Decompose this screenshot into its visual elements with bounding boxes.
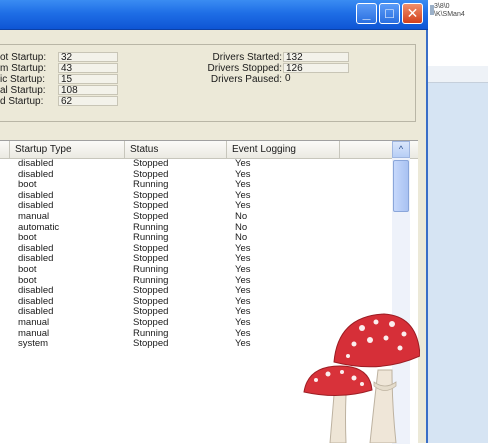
list-header: Startup Type Status Event Logging xyxy=(0,141,418,159)
mushroom-illustration xyxy=(303,313,420,443)
column-header-startup-type[interactable]: Startup Type xyxy=(10,141,125,158)
stat-label: al Startup: xyxy=(0,85,46,96)
maximize-button[interactable]: □ xyxy=(379,3,400,24)
startup-stats-panel: ot Startup: 32 m Startup: 43 ic Startup:… xyxy=(0,44,416,122)
startup-type-cell: disabled xyxy=(18,158,54,169)
list-item[interactable]: boot Running Yes xyxy=(0,263,390,276)
list-item[interactable]: boot Running Yes xyxy=(0,180,390,191)
stat-row: al Startup: xyxy=(0,85,46,96)
status-cell: Stopped xyxy=(133,338,169,350)
event-logging-cell: Yes xyxy=(235,316,251,328)
list-item[interactable]: disabled Stopped Yes xyxy=(0,243,390,255)
list-item[interactable]: disabled Stopped Yes xyxy=(0,190,390,202)
stat-value: 62 xyxy=(58,96,118,107)
scrollbar-thumb[interactable] xyxy=(393,160,409,212)
close-button[interactable]: ✕ xyxy=(402,3,423,24)
list-item[interactable]: disabled Stopped Yes xyxy=(0,158,390,170)
background-window: 3\8\0 \K\SMan4 xyxy=(428,0,488,443)
background-text-line: \K\SMan4 xyxy=(434,11,465,18)
event-logging-cell: No xyxy=(235,210,248,222)
title-bar[interactable]: _ □ ✕ xyxy=(0,0,428,30)
startup-type-cell: boot xyxy=(18,263,37,275)
background-window-content: 3\8\0 \K\SMan4 xyxy=(428,0,488,67)
stat-value: 132 xyxy=(283,52,349,63)
minimize-button[interactable]: _ xyxy=(356,3,377,24)
background-text-line: 3\8\0 xyxy=(434,3,450,10)
stat-label: ic Startup: xyxy=(0,74,46,85)
list-item[interactable]: disabled Stopped Yes xyxy=(0,254,390,265)
status-cell: Stopped xyxy=(133,210,169,222)
stat-value: 0 xyxy=(285,73,291,84)
list-item[interactable]: disabled Stopped Yes xyxy=(0,286,390,297)
column-header-name[interactable] xyxy=(0,141,10,158)
stat-row: ic Startup: xyxy=(0,74,45,85)
list-item[interactable]: boot Running Yes xyxy=(0,275,390,287)
startup-type-cell: manual xyxy=(18,210,50,222)
column-header-status[interactable]: Status xyxy=(125,141,227,158)
stat-value: 43 xyxy=(58,63,118,74)
stat-value: 108 xyxy=(58,85,118,96)
stat-row: ot Startup: xyxy=(0,52,46,63)
stat-label: Drivers Stopped: xyxy=(207,63,282,74)
stat-label: Drivers Started: xyxy=(212,52,282,63)
startup-type-cell: system xyxy=(18,338,49,350)
column-header-event-logging[interactable]: Event Logging xyxy=(227,141,340,158)
stat-value: 15 xyxy=(58,74,118,85)
scroll-up-arrow-icon[interactable]: ^ xyxy=(392,141,410,158)
stat-label: m Startup: xyxy=(0,63,47,74)
stat-value: 126 xyxy=(283,63,349,74)
list-item[interactable]: automatic Running No xyxy=(0,222,390,234)
stat-row: m Startup: xyxy=(0,63,46,74)
stat-label: ot Startup: xyxy=(0,52,47,63)
status-cell: Stopped xyxy=(133,316,169,328)
event-logging-cell: Yes xyxy=(235,158,251,169)
list-item[interactable]: disabled Stopped Yes xyxy=(0,169,390,181)
list-item[interactable]: disabled Stopped Yes xyxy=(0,201,390,212)
event-logging-cell: Yes xyxy=(235,263,251,275)
status-cell: Stopped xyxy=(133,158,169,169)
stat-row: d Startup: xyxy=(0,96,43,107)
stat-label: d Startup: xyxy=(0,96,44,107)
startup-type-cell: manual xyxy=(18,316,50,328)
status-cell: Running xyxy=(133,263,169,275)
list-item[interactable]: manual Stopped No xyxy=(0,210,390,223)
background-scrollbar[interactable] xyxy=(428,66,488,83)
event-logging-cell: Yes xyxy=(235,338,251,350)
list-item[interactable]: boot Running No xyxy=(0,233,390,244)
stat-label: Drivers Paused: xyxy=(210,74,282,85)
stat-value: 32 xyxy=(58,52,118,63)
